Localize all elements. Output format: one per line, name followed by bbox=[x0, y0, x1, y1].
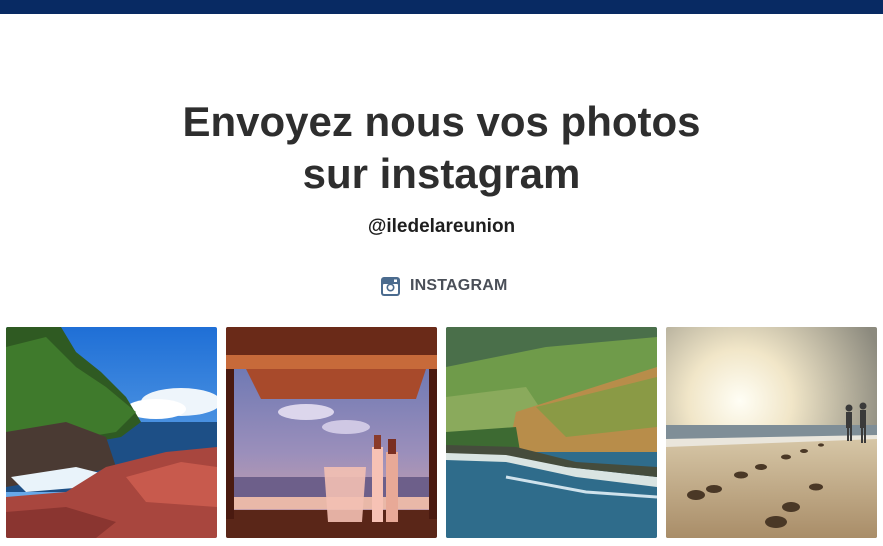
page-title: Envoyez nous vos photos sur instagram bbox=[0, 96, 883, 200]
instagram-photo-beach-couple[interactable] bbox=[666, 327, 877, 538]
instagram-handle: @iledelareunion bbox=[367, 216, 516, 237]
instagram-icon bbox=[381, 276, 400, 296]
page-title-line-2: sur instagram bbox=[302, 150, 581, 197]
instagram-photo-coastal-road[interactable] bbox=[446, 327, 657, 538]
instagram-photo-wine-bucket[interactable] bbox=[226, 327, 437, 538]
top-navigation-bar bbox=[0, 0, 883, 14]
instagram-photo-coastal-cliff[interactable] bbox=[6, 327, 217, 538]
instagram-link-label: INSTAGRAM bbox=[410, 277, 508, 294]
page-title-line-1: Envoyez nous vos photos bbox=[182, 98, 701, 145]
instagram-link[interactable]: INSTAGRAM bbox=[381, 275, 508, 297]
